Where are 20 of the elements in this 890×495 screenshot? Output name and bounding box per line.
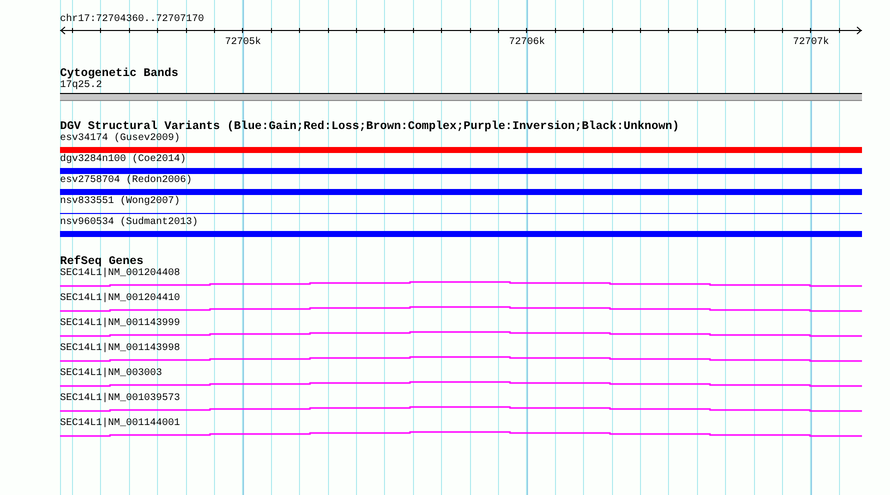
band-label: 17q25.2 bbox=[60, 80, 104, 92]
gene-label: SEC14L1|NM_003003 bbox=[60, 368, 164, 380]
gene-label: SEC14L1|NM_001143998 bbox=[60, 343, 182, 355]
gene-label: SEC14L1|NM_001143999 bbox=[60, 318, 182, 330]
variant-label: esv34174 (Gusev2009) bbox=[60, 133, 182, 145]
ruler-tick-label: 72705k bbox=[225, 37, 261, 49]
variant-label: dgv3284n100 (Coe2014) bbox=[60, 154, 188, 166]
variant-label: nsv833551 (Wong2007) bbox=[60, 196, 182, 208]
ruler-range-label: chr17:72704360..72707170 bbox=[60, 14, 206, 26]
ruler-tick-label: 72706k bbox=[509, 37, 545, 49]
track-title: RefSeq Genes bbox=[60, 256, 144, 268]
gene-label: SEC14L1|NM_001204408 bbox=[60, 268, 182, 280]
track-title: DGV Structural Variants (Blue:Gain;Red:Loss;Brown:Complex;Purple:Inversion;Black:Unknown) bbox=[60, 121, 680, 133]
variant-label: esv2758704 (Redon2006) bbox=[60, 175, 194, 187]
variant-label: nsv960534 (Sudmant2013) bbox=[60, 217, 200, 229]
ruler-tick-label: 72707k bbox=[793, 37, 829, 49]
gene-label: SEC14L1|NM_001039573 bbox=[60, 393, 182, 405]
gene-label: SEC14L1|NM_001144001 bbox=[60, 418, 182, 430]
track-title: Cytogenetic Bands bbox=[60, 68, 180, 80]
gene-label: SEC14L1|NM_001204410 bbox=[60, 293, 182, 305]
